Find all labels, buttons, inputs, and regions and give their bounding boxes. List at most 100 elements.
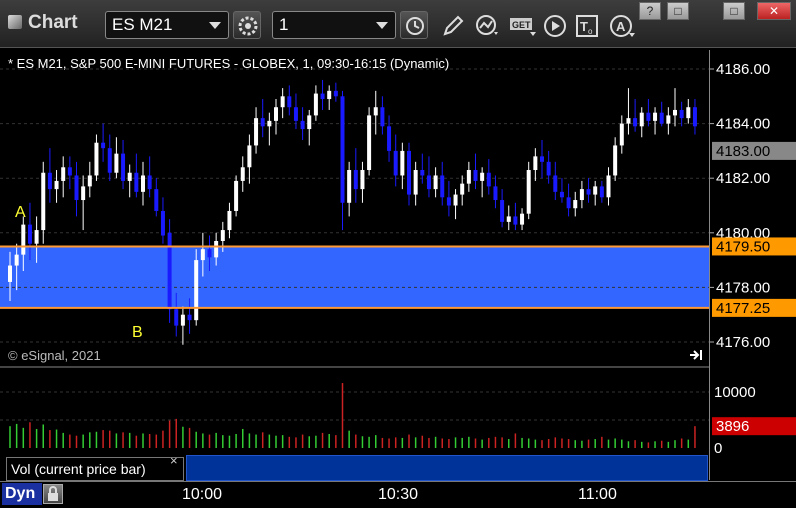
candle — [340, 90, 345, 231]
candlestick-chart[interactable] — [0, 50, 709, 366]
candle — [121, 139, 126, 190]
restore-button[interactable]: □ — [667, 2, 689, 20]
candle — [593, 180, 598, 206]
dynamic-mode-button[interactable]: Dyn — [2, 483, 42, 505]
zone-lower-tag: 4177.25 — [712, 298, 796, 317]
text-button[interactable]: To — [572, 11, 600, 39]
candle — [147, 156, 152, 198]
app-logo-icon — [8, 15, 22, 29]
candle — [67, 156, 72, 190]
settings-button[interactable] — [233, 11, 261, 39]
volume-chart[interactable] — [0, 368, 709, 454]
candle — [646, 99, 651, 127]
draw-button[interactable] — [438, 11, 466, 39]
svg-text:GET: GET — [512, 20, 531, 30]
candle — [127, 164, 132, 198]
price-tick-label: 4178.00 — [716, 279, 770, 296]
candle — [287, 85, 292, 116]
candle — [141, 161, 145, 206]
candle — [440, 161, 445, 206]
time-button[interactable] — [400, 11, 428, 39]
candle — [387, 115, 392, 162]
candle — [247, 134, 252, 184]
candle — [653, 107, 658, 135]
alert-button[interactable]: A — [606, 11, 635, 39]
candle — [94, 134, 99, 181]
candle — [313, 85, 318, 121]
candle — [480, 167, 485, 198]
candle — [54, 170, 59, 203]
close-button[interactable]: ✕ — [757, 2, 791, 20]
chart-header: * ES M21, S&P 500 E-MINI FUTURES - GLOBE… — [8, 56, 450, 71]
candle — [194, 249, 199, 326]
candle — [506, 205, 511, 231]
annotation-a: A — [15, 204, 26, 221]
volume-close-button[interactable]: × — [170, 453, 178, 468]
candle — [41, 161, 46, 244]
get-icon: GET — [510, 18, 536, 36]
candle — [114, 137, 119, 179]
candle — [553, 161, 558, 201]
volume-study-label[interactable]: Vol (current price bar) — [6, 457, 184, 481]
minimize-button[interactable]: ? — [639, 2, 661, 20]
volume-pane[interactable] — [0, 368, 709, 454]
time-tick-label: 10:30 — [378, 486, 419, 503]
candle — [134, 153, 139, 198]
candle — [639, 107, 644, 138]
play-icon — [544, 15, 566, 37]
candle — [413, 161, 418, 206]
candle — [267, 112, 272, 146]
candle — [81, 175, 86, 231]
volume-tick-label: 0 — [714, 440, 722, 457]
candle — [400, 142, 405, 190]
candle — [74, 161, 79, 217]
candle — [360, 161, 365, 203]
candle — [353, 148, 358, 203]
price-pane[interactable] — [0, 50, 709, 366]
candle — [240, 156, 245, 192]
candle — [546, 150, 551, 184]
candle — [154, 178, 159, 217]
candle — [460, 175, 465, 206]
volume-last-tag: 3896 — [712, 417, 796, 436]
jump-to-end-icon[interactable] — [688, 348, 704, 362]
candle — [87, 161, 92, 198]
price-axis[interactable]: 4186.00 4184.00 4182.00 4180.00 4178.00 4176.… — [709, 50, 796, 480]
current-price-tag: 4183.00 — [712, 141, 796, 160]
candle — [500, 189, 505, 228]
svg-text:A: A — [616, 19, 626, 34]
svg-text:o: o — [588, 27, 593, 36]
volume-pane-scroll-area[interactable] — [186, 455, 708, 481]
candle — [453, 189, 458, 220]
candle — [373, 90, 378, 135]
interval-combo[interactable]: 1 — [272, 11, 396, 39]
study-button[interactable] — [472, 11, 500, 39]
candle — [493, 175, 498, 209]
get-data-button[interactable]: GET — [506, 11, 536, 39]
candle — [533, 148, 538, 181]
candle — [473, 153, 478, 190]
price-tick-label: 4176.00 — [716, 334, 770, 351]
svg-text:T: T — [580, 19, 588, 34]
maximize-button[interactable]: □ — [723, 2, 745, 20]
price-tick-label: 4186.00 — [716, 61, 770, 78]
candle — [659, 101, 664, 127]
candle — [486, 159, 491, 195]
candle — [407, 142, 411, 206]
candle — [559, 178, 564, 203]
candle — [254, 107, 259, 154]
interval-value: 1 — [279, 15, 289, 34]
replay-button[interactable] — [540, 11, 568, 39]
study-icon — [476, 15, 498, 35]
candle — [586, 178, 591, 203]
pencil-icon — [443, 15, 464, 36]
lock-icon[interactable] — [43, 484, 63, 504]
window-title: Chart — [8, 12, 78, 34]
candle — [666, 107, 671, 135]
candle — [599, 180, 604, 203]
candle — [160, 197, 165, 244]
candle — [333, 82, 338, 102]
svg-text:4183.00: 4183.00 — [716, 143, 770, 160]
symbol-combo[interactable]: ES M21 — [105, 11, 229, 39]
candle — [679, 101, 684, 127]
